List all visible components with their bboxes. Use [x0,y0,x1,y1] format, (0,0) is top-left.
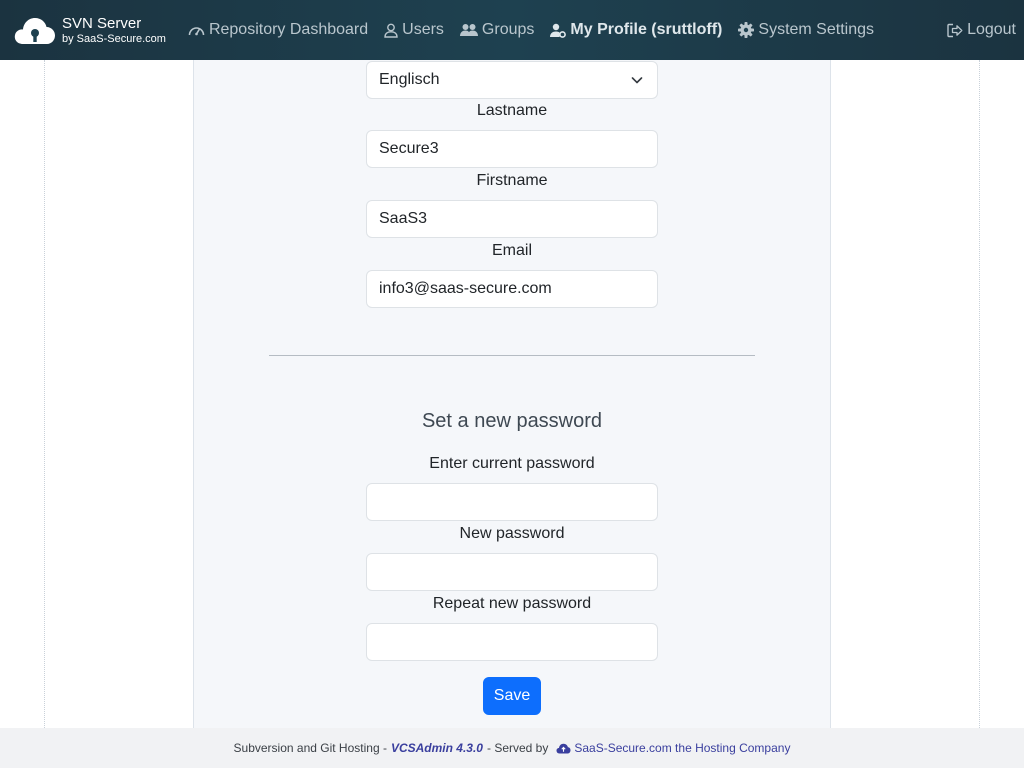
footer-prefix: Subversion and Git Hosting - [233,741,387,755]
language-select-value: Englisch [379,71,440,88]
footer: Subversion and Git Hosting - VCSAdmin 4.… [0,728,1024,768]
logout-icon [947,23,963,37]
current-password-label: Enter current password [429,455,595,472]
top-navbar: SVN Server by SaaS-Secure.com Repository… [0,0,1024,60]
firstname-label: Firstname [476,172,548,189]
nav-label: Logout [967,21,1016,38]
nav-label: Repository Dashboard [208,21,369,38]
repeat-password-input[interactable] [366,623,658,661]
language-select[interactable]: Englisch [366,61,658,99]
footer-served-by: - Served by [486,741,549,755]
nav-label: Users [402,21,444,38]
brand-subtitle: by SaaS-Secure.com [62,32,166,45]
brand-title: SVN Server [62,14,142,32]
footer-product-link[interactable]: VCSAdmin 4.3.0 [391,741,483,755]
nav-users[interactable]: Users [384,21,444,39]
email-input[interactable] [366,270,658,308]
nav-logout[interactable]: Logout [947,21,1016,39]
footer-host-label: SaaS-Secure.com the Hosting Company [574,741,791,755]
nav-label: Groups [481,21,535,38]
email-label: Email [491,242,532,259]
nav-label: System Settings [758,21,874,38]
user-gear-icon [550,23,567,38]
nav-label: My Profile (sruttloff) [570,21,723,38]
page-guide-left [44,60,45,728]
firstname-input[interactable] [366,200,658,238]
repeat-password-label: Repeat new password [432,595,592,612]
footer-host-link[interactable]: SaaS-Secure.com the Hosting Company [556,741,790,755]
cloud-upload-icon [556,743,571,753]
new-password-input[interactable] [366,553,658,591]
nav-system-settings[interactable]: System Settings [738,21,874,39]
user-icon [384,23,398,38]
lastname-label: Lastname [476,102,548,119]
new-password-label: New password [459,525,565,542]
brand[interactable]: SVN Server by SaaS-Secure.com [14,14,166,46]
lastname-input[interactable] [366,130,658,168]
nav-repository-dashboard[interactable]: Repository Dashboard [188,21,368,39]
save-button[interactable]: Save [483,677,541,715]
cloud-lock-logo-icon [14,18,55,44]
users-group-icon [459,24,478,36]
password-section-title: Set a new password [421,410,603,432]
gear-icon [738,22,755,38]
nav-groups[interactable]: Groups [459,21,535,39]
current-password-input[interactable] [366,483,658,521]
dashboard-icon [188,27,205,36]
section-divider [269,355,755,356]
page-guide-right [979,60,980,728]
chevron-down-icon [631,77,643,84]
nav-my-profile[interactable]: My Profile (sruttloff) [550,21,722,39]
